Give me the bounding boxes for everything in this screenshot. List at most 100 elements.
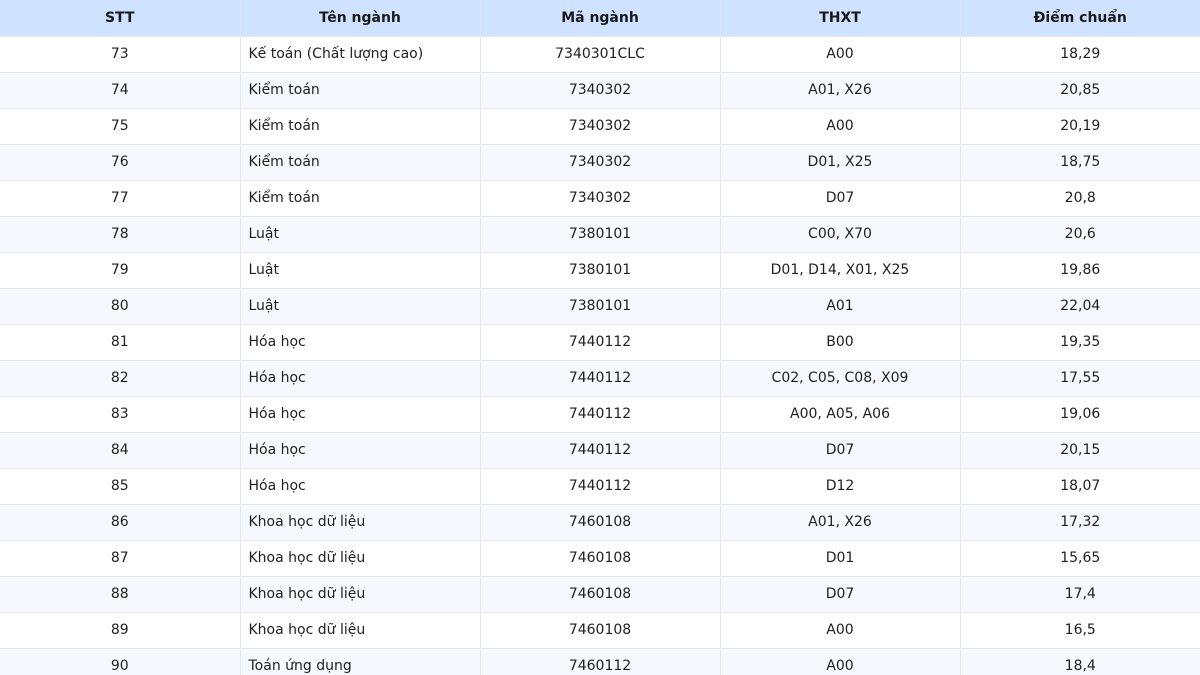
column-header-major-name[interactable]: Tên ngành (240, 0, 481, 37)
cell-benchmark-score: 17,55 (960, 360, 1200, 397)
cell-benchmark-score: 16,5 (960, 612, 1200, 649)
cell-stt: 75 (0, 108, 241, 145)
table-row: 79 Luật 7380101 D01, D14, X01, X25 19,86 (0, 252, 1200, 289)
table-row: 87 Khoa học dữ liệu 7460108 D01 15,65 (0, 540, 1200, 577)
cell-stt: 82 (0, 360, 241, 397)
cell-stt: 81 (0, 324, 241, 361)
table-row: 77 Kiểm toán 7340302 D07 20,8 (0, 180, 1200, 217)
cell-major-code: 7340302 (480, 180, 721, 217)
cell-stt: 73 (0, 36, 241, 73)
cell-benchmark-score: 20,19 (960, 108, 1200, 145)
cell-major-code: 7380101 (480, 288, 721, 325)
cell-major-name: Kiểm toán (240, 144, 481, 181)
cell-benchmark-score: 20,15 (960, 432, 1200, 469)
column-header-benchmark-score[interactable]: Điểm chuẩn (960, 0, 1200, 37)
cell-stt: 78 (0, 216, 241, 253)
cell-stt: 77 (0, 180, 241, 217)
cell-major-name: Kiểm toán (240, 180, 481, 217)
admission-scores-table: STT Tên ngành Mã ngành THXT Điểm chuẩn 7… (0, 0, 1200, 675)
cell-benchmark-score: 19,06 (960, 396, 1200, 433)
table-row: 85 Hóa học 7440112 D12 18,07 (0, 468, 1200, 505)
cell-major-code: 7440112 (480, 396, 721, 433)
table-row: 76 Kiểm toán 7340302 D01, X25 18,75 (0, 144, 1200, 181)
cell-major-name: Luật (240, 288, 481, 325)
column-header-subject-combination[interactable]: THXT (720, 0, 961, 37)
cell-major-name: Khoa học dữ liệu (240, 612, 481, 649)
cell-subject-combination: A00 (720, 36, 961, 73)
column-header-major-code[interactable]: Mã ngành (480, 0, 721, 37)
cell-stt: 87 (0, 540, 241, 577)
cell-major-code: 7340302 (480, 108, 721, 145)
cell-stt: 83 (0, 396, 241, 433)
cell-stt: 84 (0, 432, 241, 469)
table-row: 75 Kiểm toán 7340302 A00 20,19 (0, 108, 1200, 145)
cell-major-name: Khoa học dữ liệu (240, 504, 481, 541)
table-header: STT Tên ngành Mã ngành THXT Điểm chuẩn (0, 0, 1200, 37)
cell-major-name: Hóa học (240, 468, 481, 505)
cell-subject-combination: A00 (720, 108, 961, 145)
cell-benchmark-score: 20,8 (960, 180, 1200, 217)
table-row: 83 Hóa học 7440112 A00, A05, A06 19,06 (0, 396, 1200, 433)
cell-stt: 79 (0, 252, 241, 289)
cell-subject-combination: B00 (720, 324, 961, 361)
cell-major-name: Khoa học dữ liệu (240, 540, 481, 577)
cell-stt: 89 (0, 612, 241, 649)
cell-subject-combination: A01 (720, 288, 961, 325)
cell-subject-combination: C00, X70 (720, 216, 961, 253)
cell-major-name: Khoa học dữ liệu (240, 576, 481, 613)
cell-subject-combination: A01, X26 (720, 504, 961, 541)
cell-subject-combination: D07 (720, 432, 961, 469)
cell-stt: 90 (0, 648, 241, 675)
cell-major-name: Luật (240, 216, 481, 253)
cell-subject-combination: D01 (720, 540, 961, 577)
cell-benchmark-score: 17,32 (960, 504, 1200, 541)
cell-subject-combination: A00 (720, 648, 961, 675)
cell-major-code: 7460108 (480, 504, 721, 541)
table-row: 86 Khoa học dữ liệu 7460108 A01, X26 17,32 (0, 504, 1200, 541)
cell-stt: 88 (0, 576, 241, 613)
cell-major-code: 7340302 (480, 72, 721, 109)
cell-major-name: Kiểm toán (240, 72, 481, 109)
cell-major-name: Hóa học (240, 396, 481, 433)
cell-subject-combination: A00, A05, A06 (720, 396, 961, 433)
table-row: 80 Luật 7380101 A01 22,04 (0, 288, 1200, 325)
table-row: 84 Hóa học 7440112 D07 20,15 (0, 432, 1200, 469)
table-row: 81 Hóa học 7440112 B00 19,35 (0, 324, 1200, 361)
table-row: 74 Kiểm toán 7340302 A01, X26 20,85 (0, 72, 1200, 109)
cell-subject-combination: D07 (720, 180, 961, 217)
table-row: 73 Kế toán (Chất lượng cao) 7340301CLC A00 1… (0, 36, 1200, 73)
cell-subject-combination: D01, X25 (720, 144, 961, 181)
cell-major-name: Hóa học (240, 432, 481, 469)
table-body: 73 Kế toán (Chất lượng cao) 7340301CLC A00 1… (0, 36, 1200, 675)
cell-major-code: 7460108 (480, 540, 721, 577)
cell-major-name: Hóa học (240, 360, 481, 397)
cell-subject-combination: D07 (720, 576, 961, 613)
cell-major-name: Hóa học (240, 324, 481, 361)
cell-major-code: 7340302 (480, 144, 721, 181)
cell-stt: 74 (0, 72, 241, 109)
cell-major-code: 7460108 (480, 576, 721, 613)
cell-major-code: 7460112 (480, 648, 721, 675)
cell-subject-combination: A01, X26 (720, 72, 961, 109)
cell-stt: 76 (0, 144, 241, 181)
table-row: 82 Hóa học 7440112 C02, C05, C08, X09 17,55 (0, 360, 1200, 397)
cell-major-code: 7340301CLC (480, 36, 721, 73)
table-row: 78 Luật 7380101 C00, X70 20,6 (0, 216, 1200, 253)
cell-stt: 85 (0, 468, 241, 505)
cell-major-code: 7440112 (480, 360, 721, 397)
cell-benchmark-score: 18,4 (960, 648, 1200, 675)
cell-benchmark-score: 22,04 (960, 288, 1200, 325)
cell-stt: 86 (0, 504, 241, 541)
column-header-stt[interactable]: STT (0, 0, 241, 37)
cell-major-code: 7440112 (480, 432, 721, 469)
cell-subject-combination: C02, C05, C08, X09 (720, 360, 961, 397)
cell-subject-combination: A00 (720, 612, 961, 649)
header-row: STT Tên ngành Mã ngành THXT Điểm chuẩn (0, 0, 1200, 37)
cell-major-code: 7380101 (480, 216, 721, 253)
table-row: 88 Khoa học dữ liệu 7460108 D07 17,4 (0, 576, 1200, 613)
cell-benchmark-score: 18,29 (960, 36, 1200, 73)
cell-benchmark-score: 19,35 (960, 324, 1200, 361)
cell-subject-combination: D12 (720, 468, 961, 505)
cell-major-code: 7380101 (480, 252, 721, 289)
cell-benchmark-score: 18,07 (960, 468, 1200, 505)
